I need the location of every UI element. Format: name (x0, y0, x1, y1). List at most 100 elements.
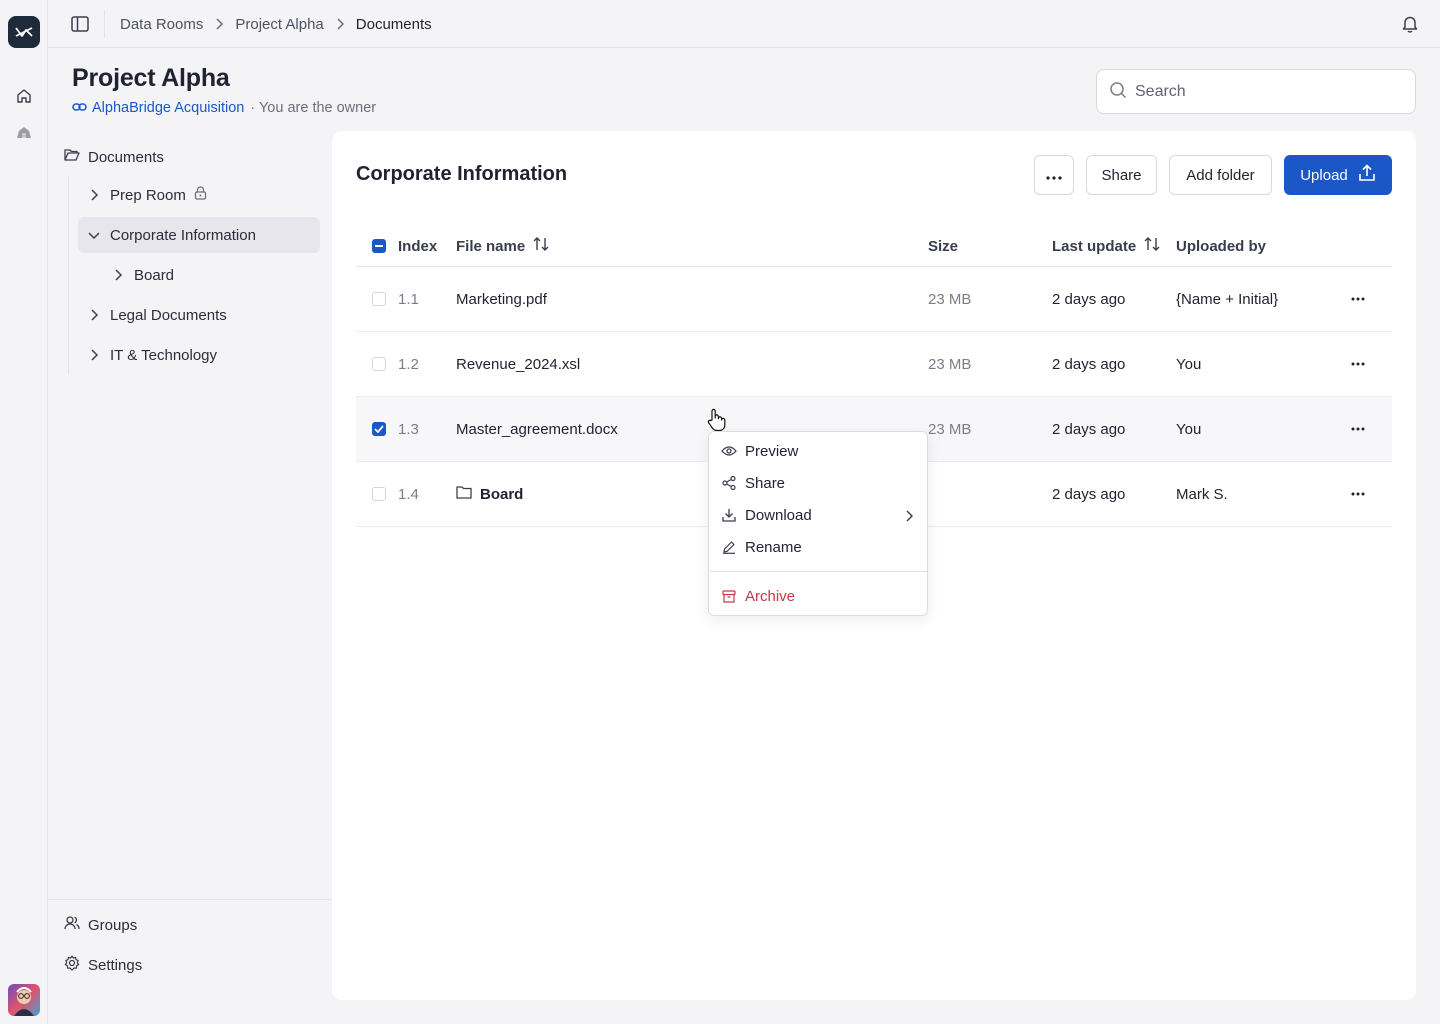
menu-item-label: Archive (745, 587, 796, 605)
row-more-icon[interactable] (1346, 332, 1370, 396)
table-header: Index File name Size Last update Uploade… (356, 225, 1392, 267)
row-file-name[interactable]: Master_agreement.docx (456, 397, 618, 461)
ellipsis-icon (1046, 167, 1062, 184)
tree-item-it-technology[interactable]: IT & Technology (78, 337, 320, 373)
chevron-right-icon (334, 18, 346, 30)
search-box[interactable] (1096, 69, 1416, 114)
breadcrumb-documents: Documents (355, 15, 432, 33)
sort-icon[interactable] (533, 237, 549, 255)
tree-item-legal-documents[interactable]: Legal Documents (78, 297, 320, 333)
settings-label: Settings (88, 956, 143, 974)
row-index: 1.3 (398, 420, 419, 438)
row-size: 23 MB (928, 290, 972, 308)
organization-icon[interactable] (14, 122, 34, 142)
row-index: 1.4 (398, 485, 419, 503)
row-file-name[interactable]: Marketing.pdf (456, 267, 547, 331)
checkbox-indeterminate-icon (372, 239, 386, 253)
sidebar-divider (48, 899, 332, 900)
menu-item-rename[interactable]: Rename (709, 531, 927, 563)
search-input[interactable] (1135, 82, 1395, 101)
table-row[interactable]: 1.1 Marketing.pdf 23 MB 2 days ago {Name… (356, 267, 1392, 332)
table-row[interactable]: 1.2 Revenue_2024.xsl 23 MB 2 days ago Yo… (356, 332, 1392, 397)
column-size: Size (928, 237, 959, 255)
link-icon (72, 100, 87, 116)
select-all-checkbox[interactable] (372, 225, 386, 267)
tree-root-documents[interactable]: Documents (64, 146, 164, 168)
row-context-menu: Preview Share Download Rename Archive (708, 431, 928, 616)
sidebar-toggle-icon[interactable] (68, 12, 92, 36)
row-uploaded-by: Mark S. (1176, 485, 1228, 503)
row-last-update: 2 days ago (1052, 290, 1126, 308)
row-checkbox[interactable] (372, 267, 386, 331)
menu-item-label: Share (745, 474, 786, 492)
row-checkbox[interactable] (372, 332, 386, 396)
row-uploaded-by: {Name + Initial} (1176, 290, 1279, 308)
bell-icon[interactable] (1400, 14, 1420, 34)
chevron-right-icon[interactable] (86, 187, 102, 203)
row-last-update: 2 days ago (1052, 355, 1126, 373)
row-last-update: 2 days ago (1052, 420, 1126, 438)
sidebar-settings-link[interactable]: Settings (64, 953, 142, 977)
sidebar-groups-link[interactable]: Groups (64, 913, 137, 937)
folder-open-icon (64, 148, 80, 166)
menu-item-label: Rename (745, 538, 802, 556)
row-checkbox[interactable] (372, 397, 386, 461)
tree-item-label: Legal Documents (110, 306, 227, 324)
page-title: Project Alpha (72, 64, 230, 92)
tree-item-label: Corporate Information (110, 226, 256, 244)
hand-cursor-icon (706, 408, 728, 432)
tree-item-prep-room[interactable]: Prep Room (78, 177, 320, 213)
upload-button[interactable]: Upload (1284, 155, 1392, 195)
row-file-name[interactable]: Revenue_2024.xsl (456, 332, 580, 396)
share-button[interactable]: Share (1086, 155, 1157, 195)
folder-icon (456, 485, 472, 503)
menu-item-share[interactable]: Share (709, 467, 927, 499)
gear-icon (64, 955, 80, 975)
tree-item-board[interactable]: Board (102, 257, 320, 293)
checkbox-icon (372, 487, 386, 501)
add-folder-button[interactable]: Add folder (1169, 155, 1272, 195)
app-rail (0, 0, 48, 1024)
users-icon (64, 916, 80, 934)
upload-icon (1358, 164, 1376, 186)
app-logo-icon[interactable] (8, 16, 40, 48)
tree-item-label: Prep Room (110, 186, 186, 204)
groups-label: Groups (88, 916, 138, 934)
chevron-right-icon[interactable] (86, 347, 102, 363)
chevron-right-icon[interactable] (110, 267, 126, 283)
pencil-icon (721, 539, 737, 555)
column-uploaded-by: Uploaded by (1176, 237, 1267, 255)
menu-item-preview[interactable]: Preview (709, 435, 927, 467)
menu-divider (709, 571, 927, 572)
row-checkbox[interactable] (372, 462, 386, 526)
deal-link[interactable]: AlphaBridge Acquisition (72, 100, 244, 116)
column-label: File name (456, 237, 526, 255)
row-more-icon[interactable] (1346, 462, 1370, 526)
breadcrumb-data-rooms[interactable]: Data Rooms (120, 16, 203, 33)
chevron-right-icon[interactable] (86, 307, 102, 323)
sort-icon[interactable] (1144, 237, 1160, 255)
tree-root-label: Documents (88, 148, 164, 166)
topbar-divider (104, 10, 105, 38)
row-more-icon[interactable] (1346, 397, 1370, 461)
more-actions-button[interactable] (1034, 155, 1074, 195)
row-uploaded-by: You (1176, 420, 1202, 438)
tree-item-corporate-information[interactable]: Corporate Information (78, 217, 320, 253)
menu-item-archive[interactable]: Archive (709, 580, 927, 612)
checkbox-icon (372, 292, 386, 306)
menu-item-download[interactable]: Download (709, 499, 927, 531)
column-index: Index (398, 237, 438, 255)
breadcrumb-project-alpha[interactable]: Project Alpha (235, 16, 323, 33)
breadcrumb: Data Rooms Project Alpha Documents (120, 0, 432, 48)
row-more-icon[interactable] (1346, 267, 1370, 331)
column-file-name[interactable]: File name (456, 225, 549, 267)
user-avatar[interactable] (8, 984, 40, 1016)
download-icon (721, 507, 737, 523)
row-folder-name[interactable]: Board (456, 462, 523, 526)
home-icon[interactable] (14, 86, 34, 106)
row-index: 1.1 (398, 290, 419, 308)
folder-name-label: Board (480, 485, 524, 503)
chevron-down-icon[interactable] (86, 227, 102, 243)
column-last-update[interactable]: Last update (1052, 225, 1160, 267)
owner-text: · You are the owner (250, 100, 377, 116)
